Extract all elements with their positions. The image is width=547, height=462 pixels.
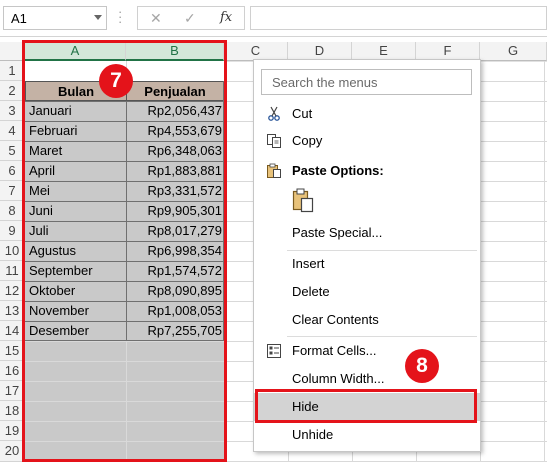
menu-item-label: Delete: [292, 284, 330, 299]
scissors-icon: [268, 106, 280, 121]
check-icon[interactable]: ✓: [184, 10, 196, 27]
menu-item-insert[interactable]: Insert: [254, 251, 480, 277]
highlight-box-hide: [255, 389, 477, 423]
format-cells-icon: [267, 344, 281, 358]
menu-item-label: Copy: [292, 133, 323, 148]
step-badge-8: 8: [405, 349, 439, 383]
menu-item-label: Paste Special...: [292, 225, 383, 240]
cancel-icon[interactable]: ✕: [150, 10, 162, 27]
menu-item-clear-contents[interactable]: Clear Contents: [254, 307, 480, 333]
menu-item-unhide[interactable]: Unhide: [254, 422, 480, 448]
insert-function-button[interactable]: fx: [220, 10, 232, 25]
paste-button[interactable]: [290, 187, 316, 215]
formula-bar: A1 · · · ✕ ✓ fx: [0, 0, 547, 37]
chevron-down-icon[interactable]: [94, 15, 102, 20]
menu-item-paste-options: Paste Options:: [254, 158, 480, 184]
menu-item-label: Cut: [292, 106, 313, 121]
column-header-g[interactable]: G: [480, 42, 547, 61]
menu-search-input[interactable]: Search the menus: [261, 69, 472, 95]
name-box-value: A1: [11, 11, 27, 26]
menu-search-placeholder: Search the menus: [272, 75, 378, 90]
menu-item-paste-special[interactable]: Paste Special...: [254, 220, 480, 246]
step-badge-7: 7: [99, 64, 133, 98]
menu-item-format-cells[interactable]: Format Cells...: [254, 338, 480, 364]
formula-input[interactable]: [250, 6, 547, 30]
menu-item-cut[interactable]: Cut: [254, 101, 480, 127]
clipboard-icon: [267, 163, 281, 178]
menu-item-label: Insert: [292, 256, 325, 271]
menu-item-label: Unhide: [292, 427, 334, 442]
copy-icon: [267, 134, 281, 148]
clipboard-icon: [292, 188, 314, 213]
menu-item-label: Format Cells...: [292, 343, 377, 358]
formula-buttons: ✕ ✓ fx: [137, 6, 245, 30]
menu-item-label: Paste Options:: [292, 163, 384, 178]
highlight-box-columns: [22, 40, 227, 462]
menu-separator: [287, 336, 477, 337]
drag-handle-icon[interactable]: · · ·: [118, 5, 122, 28]
menu-item-copy[interactable]: Copy: [254, 128, 480, 154]
menu-item-label: Clear Contents: [292, 312, 379, 327]
name-box[interactable]: A1: [3, 6, 107, 30]
menu-item-delete[interactable]: Delete: [254, 279, 480, 305]
